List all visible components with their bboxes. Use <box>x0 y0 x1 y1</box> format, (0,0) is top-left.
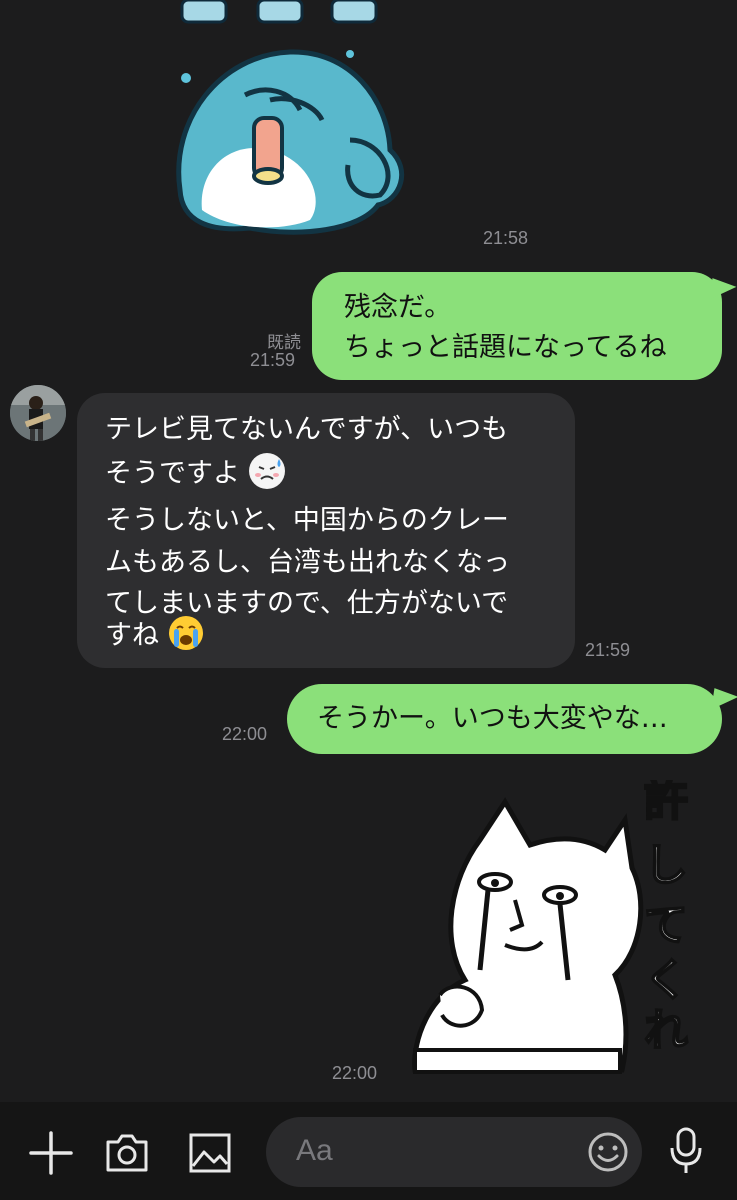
message-text: すね <box>105 620 159 651</box>
sticker-caption-char-5: れ <box>644 1005 688 1056</box>
timestamp: 22:00 <box>222 724 268 744</box>
timestamp: 21:59 <box>250 350 296 370</box>
sticker-caption-char-2: し <box>644 840 688 891</box>
incoming-message-bubble[interactable]: テレビ見てないんですが、いつも そうですよ そうしないと、中国からのクレー ムも… <box>77 393 575 668</box>
avatar-photo <box>10 385 66 441</box>
crying-face-emoji-icon <box>168 615 204 651</box>
message-text: テレビ見てないんですが、いつも <box>105 414 509 445</box>
message-text: ムもあるし、台湾も出れなくなっ <box>105 547 510 578</box>
worried-face-emoji-icon <box>248 453 285 489</box>
avatar[interactable] <box>10 385 66 441</box>
sticker-caption: 許 し て く れ <box>643 780 689 1057</box>
message-text-row: そうですよ <box>105 453 285 494</box>
outgoing-message-bubble[interactable]: そうかー。いつも大変やな… <box>287 684 722 754</box>
message-text: そうですよ <box>105 458 240 489</box>
timestamp: 22:00 <box>332 1063 378 1083</box>
bubble-tail <box>703 680 737 710</box>
image-icon[interactable] <box>187 1130 233 1176</box>
message-text: ちょっと話題になってるね <box>344 332 667 363</box>
penguin-sticker[interactable] <box>150 0 410 245</box>
outgoing-message-bubble[interactable]: 残念だ。 ちょっと話題になってるね <box>312 272 722 380</box>
microphone-icon[interactable] <box>666 1126 706 1176</box>
message-text-row: すね <box>105 615 204 656</box>
camera-icon[interactable] <box>104 1130 150 1176</box>
sticker-caption-char-4: く <box>644 955 688 1006</box>
timestamp: 21:58 <box>483 228 529 248</box>
message-text: そうかー。いつも大変やな… <box>317 703 668 734</box>
sticker-caption-char-1: 許 <box>644 780 688 826</box>
plus-icon[interactable] <box>28 1130 74 1176</box>
smiley-icon[interactable] <box>586 1130 630 1174</box>
sticker-caption-char-3: て <box>644 900 688 951</box>
timestamp: 21:59 <box>585 640 631 660</box>
message-text: そうしないと、中国からのクレー <box>105 505 509 536</box>
message-text: 残念だ。 <box>344 292 452 323</box>
message-input-placeholder: Aa <box>296 1134 333 1167</box>
crying-cat-sticker[interactable]: 許 し て く れ <box>410 780 710 1080</box>
